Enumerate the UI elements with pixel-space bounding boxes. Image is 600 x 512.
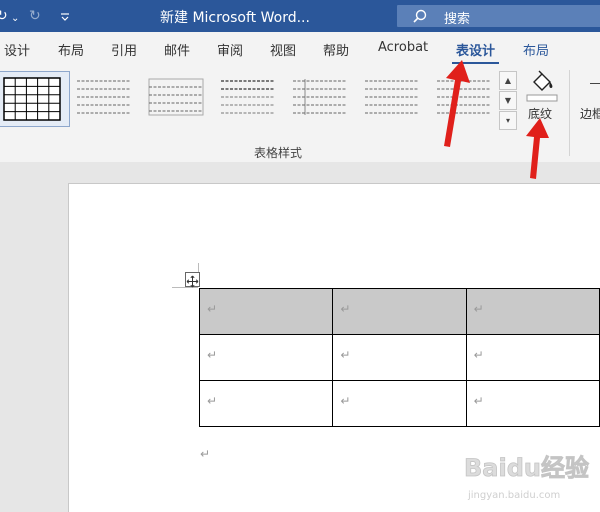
redo-icon[interactable]: ↻ — [0, 8, 8, 24]
table-style-plain-2[interactable] — [147, 75, 205, 119]
dropdown-icon[interactable]: ⌄ — [11, 11, 19, 27]
tab-mailings[interactable]: 邮件 — [164, 40, 190, 59]
paragraph-mark: ↵ — [340, 394, 351, 408]
table-row: ↵ ↵ ↵ — [198, 380, 600, 427]
table-style-plain-5[interactable] — [363, 75, 421, 119]
ribbon-tabs: 设计 布局 引用 邮件 审阅 视图 帮助 Acrobat 表设计 布局 — [0, 32, 600, 65]
paragraph-mark: ↵ — [340, 348, 351, 362]
tab-view[interactable]: 视图 — [270, 40, 296, 59]
table-cell[interactable]: ↵ — [198, 288, 334, 335]
ribbon-panel: ▲ ▼ ▾ 表格样式 底纹 边框 — [0, 64, 600, 163]
gallery-up-button[interactable]: ▲ — [499, 71, 517, 90]
tab-references[interactable]: 引用 — [111, 40, 137, 59]
table-cell[interactable]: ↵ — [198, 380, 334, 427]
tab-help[interactable]: 帮助 — [323, 40, 349, 59]
table-cell[interactable]: ↵ — [332, 288, 467, 335]
move-icon — [186, 275, 199, 288]
table-style-plain-6[interactable] — [435, 75, 493, 119]
repeat-icon[interactable]: ↻ — [29, 8, 41, 24]
table-row: ↵ ↵ ↵ — [198, 288, 600, 335]
baidu-watermark-logo: Baidu经验 jingyan.baidu.com — [464, 454, 590, 501]
borders-label[interactable]: 边框 — [580, 105, 600, 122]
tab-table-layout[interactable]: 布局 — [523, 40, 549, 59]
document-table[interactable]: ↵ ↵ ↵ ↵ ↵ ↵ ↵ ↵ ↵ — [198, 288, 600, 427]
table-cell[interactable]: ↵ — [465, 380, 600, 427]
table-cell[interactable]: ↵ — [332, 334, 467, 381]
paragraph-mark: ↵ — [473, 348, 484, 362]
table-style-plain-1[interactable] — [75, 75, 133, 119]
shading-label: 底纹 — [528, 107, 553, 121]
gallery-scroll: ▲ ▼ ▾ — [499, 71, 517, 130]
paragraph-mark: ↵ — [473, 302, 484, 316]
table-cell[interactable]: ↵ — [465, 288, 600, 335]
group-label-table-styles: 表格样式 — [254, 146, 303, 160]
paragraph-mark: ↵ — [207, 302, 218, 316]
paragraph-mark: ↵ — [200, 447, 211, 461]
table-row: ↵ ↵ ↵ — [198, 334, 600, 381]
table-cell[interactable]: ↵ — [332, 380, 467, 427]
table-cell[interactable]: ↵ — [198, 334, 334, 381]
group-separator — [569, 70, 570, 156]
tab-layout[interactable]: 布局 — [58, 40, 84, 59]
title-bar: ↻ ⌄ ↻ 新建 Microsoft Word... 搜索 — [0, 0, 600, 32]
gallery-down-button[interactable]: ▼ — [499, 91, 517, 110]
table-cell[interactable]: ↵ — [465, 334, 600, 381]
search-box[interactable]: 搜索 — [397, 5, 600, 27]
table-style-plain-3[interactable] — [219, 75, 277, 119]
tab-design[interactable]: 设计 — [4, 40, 30, 59]
paragraph-mark: ↵ — [207, 348, 218, 362]
search-icon — [413, 9, 427, 23]
table-style-grid[interactable] — [0, 71, 70, 127]
paragraph-mark: ↵ — [473, 394, 484, 408]
paint-bucket-icon — [526, 70, 558, 102]
table-move-handle[interactable] — [185, 272, 200, 288]
gallery-more-button[interactable]: ▾ — [499, 111, 517, 130]
tab-review[interactable]: 审阅 — [217, 40, 243, 59]
table-style-plain-4[interactable] — [291, 75, 349, 119]
paragraph-mark: ↵ — [340, 302, 351, 316]
border-style-line — [590, 83, 600, 84]
search-placeholder: 搜索 — [444, 12, 471, 27]
paragraph-mark: ↵ — [207, 394, 218, 408]
tab-table-design[interactable]: 表设计 — [451, 40, 500, 65]
tab-acrobat[interactable]: Acrobat — [378, 40, 428, 55]
customize-quick-access-icon[interactable] — [60, 10, 70, 26]
svg-text:jingyan.baidu.com: jingyan.baidu.com — [467, 490, 560, 501]
document-title: 新建 Microsoft Word... — [160, 10, 310, 26]
svg-text:Baidu经验: Baidu经验 — [464, 454, 589, 482]
